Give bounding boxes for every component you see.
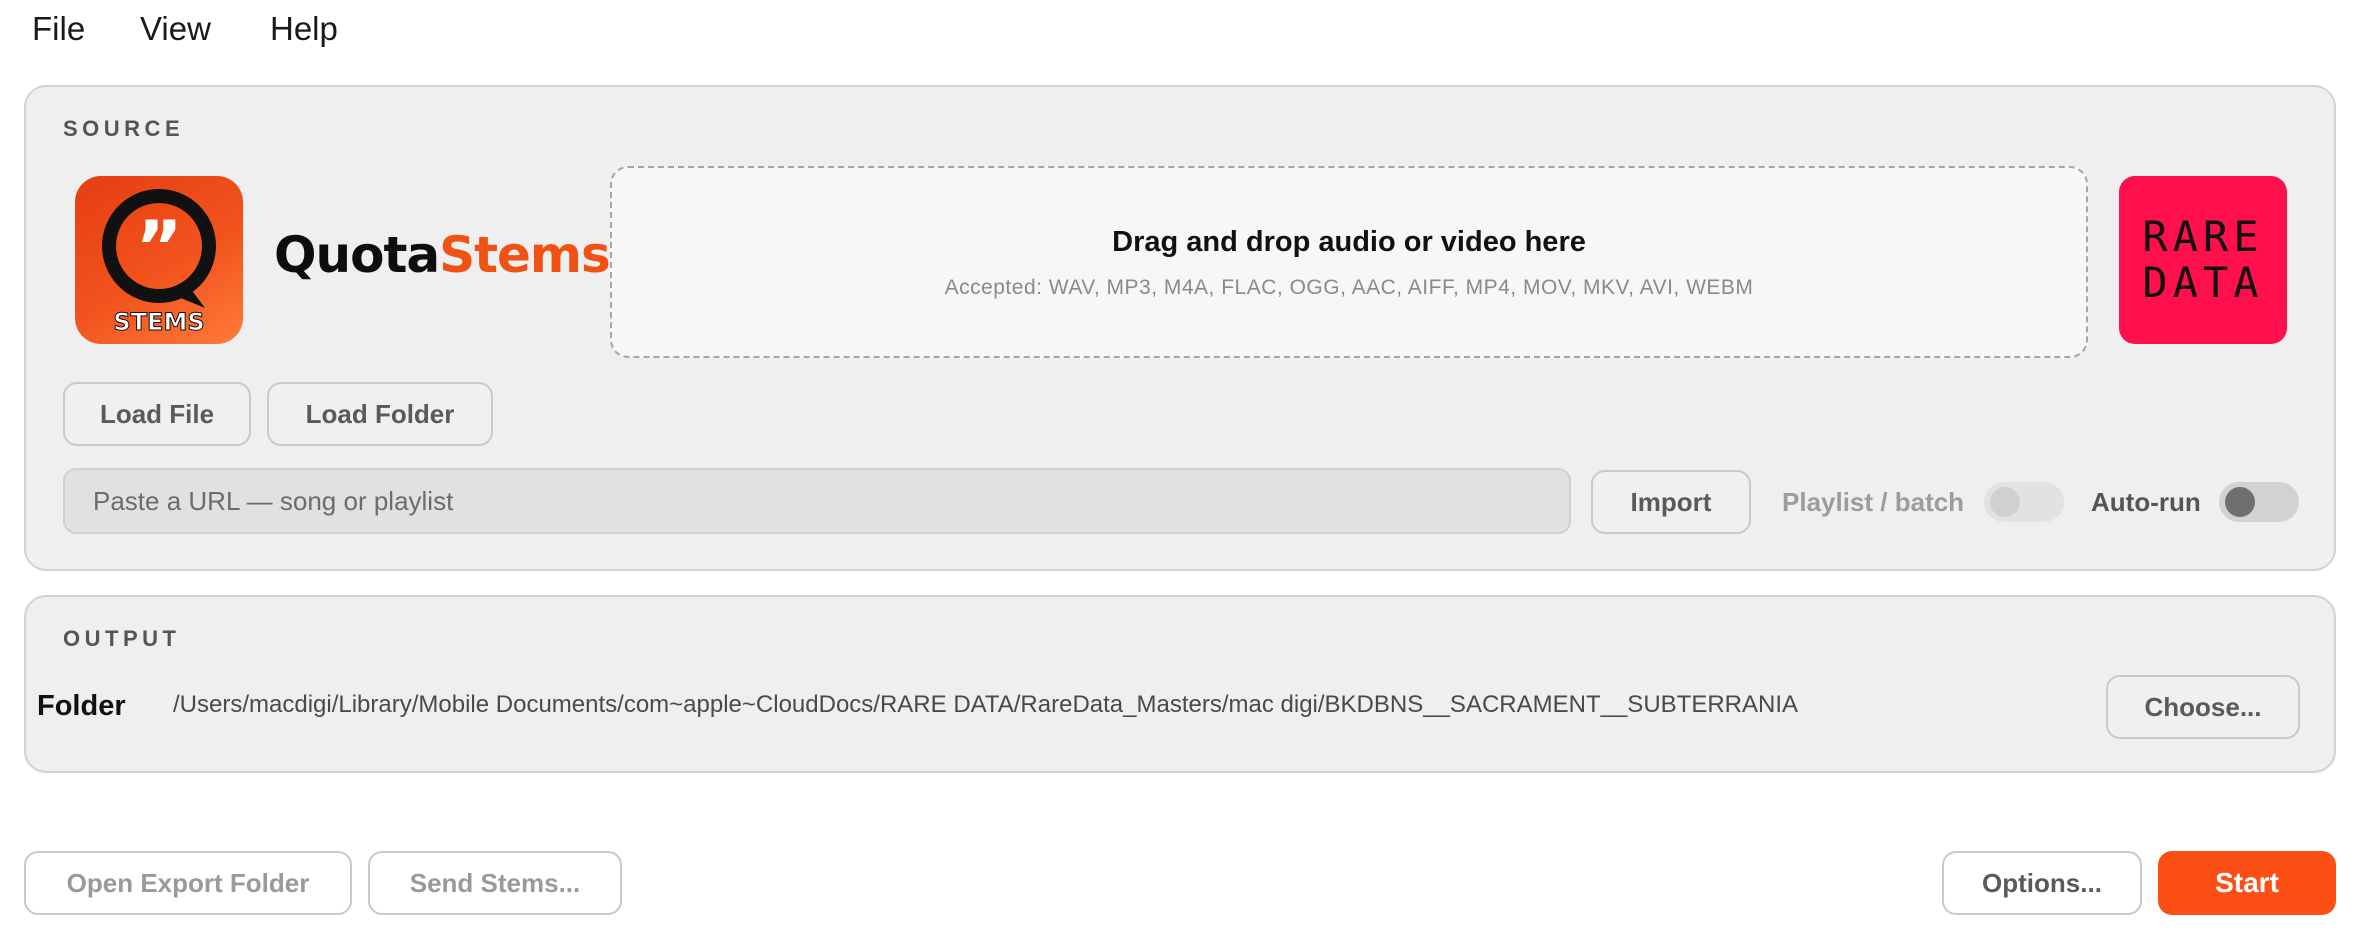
toggle-knob: [1990, 487, 2020, 517]
import-button[interactable]: Import: [1591, 470, 1751, 534]
start-button[interactable]: Start: [2158, 851, 2336, 915]
playlist-batch-label: Playlist / batch: [1782, 487, 1965, 517]
playlist-batch-toggle[interactable]: [1984, 482, 2064, 522]
drop-zone-accepted-formats: Accepted: WAV, MP3, M4A, FLAC, OGG, AAC,…: [944, 276, 1754, 299]
brand-name-part2: Stems: [439, 226, 611, 284]
menu-file[interactable]: File: [32, 10, 85, 48]
folder-label: Folder: [37, 690, 126, 722]
open-export-folder-button[interactable]: Open Export Folder: [24, 851, 352, 915]
rare-data-logo: RARE DATA: [2119, 176, 2287, 344]
brand-name-part1: Quota: [274, 226, 440, 284]
app-logo-text: STEMS: [113, 308, 205, 337]
load-file-button[interactable]: Load File: [63, 382, 251, 446]
brand-name: QuotaStems: [274, 226, 611, 284]
url-input[interactable]: [63, 468, 1571, 534]
toggle-knob: [2225, 487, 2255, 517]
output-panel: OUTPUT Choose...: [24, 595, 2336, 773]
load-folder-button[interactable]: Load Folder: [267, 382, 493, 446]
auto-run-label: Auto-run: [2091, 487, 2201, 517]
output-folder-path: /Users/macdigi/Library/Mobile Documents/…: [173, 691, 1799, 718]
choose-folder-button[interactable]: Choose...: [2106, 675, 2300, 739]
drop-zone[interactable]: Drag and drop audio or video here Accept…: [610, 166, 2088, 358]
auto-run-toggle[interactable]: [2219, 482, 2299, 522]
rare-logo-line1: RARE: [2142, 212, 2264, 261]
menu-view[interactable]: View: [140, 10, 211, 48]
menu-help[interactable]: Help: [270, 10, 338, 48]
source-panel: SOURCE ” STEMS QuotaStems Drag and drop …: [24, 85, 2336, 571]
send-stems-button[interactable]: Send Stems...: [368, 851, 622, 915]
svg-text:”: ”: [135, 205, 182, 289]
options-button[interactable]: Options...: [1942, 851, 2142, 915]
rare-logo-line2: DATA: [2142, 258, 2264, 307]
source-section-label: SOURCE: [63, 116, 185, 141]
output-section-label: OUTPUT: [63, 626, 181, 651]
quotastems-app-logo: ” STEMS: [75, 176, 243, 344]
drop-zone-title: Drag and drop audio or video here: [1112, 226, 1586, 258]
